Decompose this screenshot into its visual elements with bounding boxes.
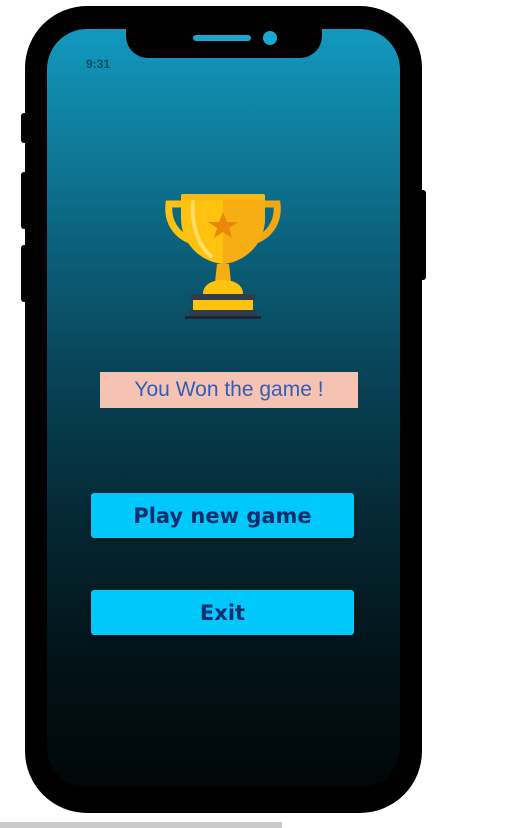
play-new-game-button[interactable]: Play new game <box>91 493 354 538</box>
win-message: You Won the game ! <box>100 372 358 408</box>
front-camera <box>263 31 277 45</box>
device-mockup: 9:31 You Won the game ! Play new game Ex… <box>0 0 514 828</box>
speaker-grille <box>193 35 251 41</box>
trophy-icon <box>165 194 281 319</box>
exit-button[interactable]: Exit <box>91 590 354 635</box>
status-time: 9:31 <box>86 57 111 71</box>
page-scrollbar[interactable] <box>0 822 282 828</box>
notch <box>126 24 322 58</box>
game-screen <box>47 29 400 787</box>
